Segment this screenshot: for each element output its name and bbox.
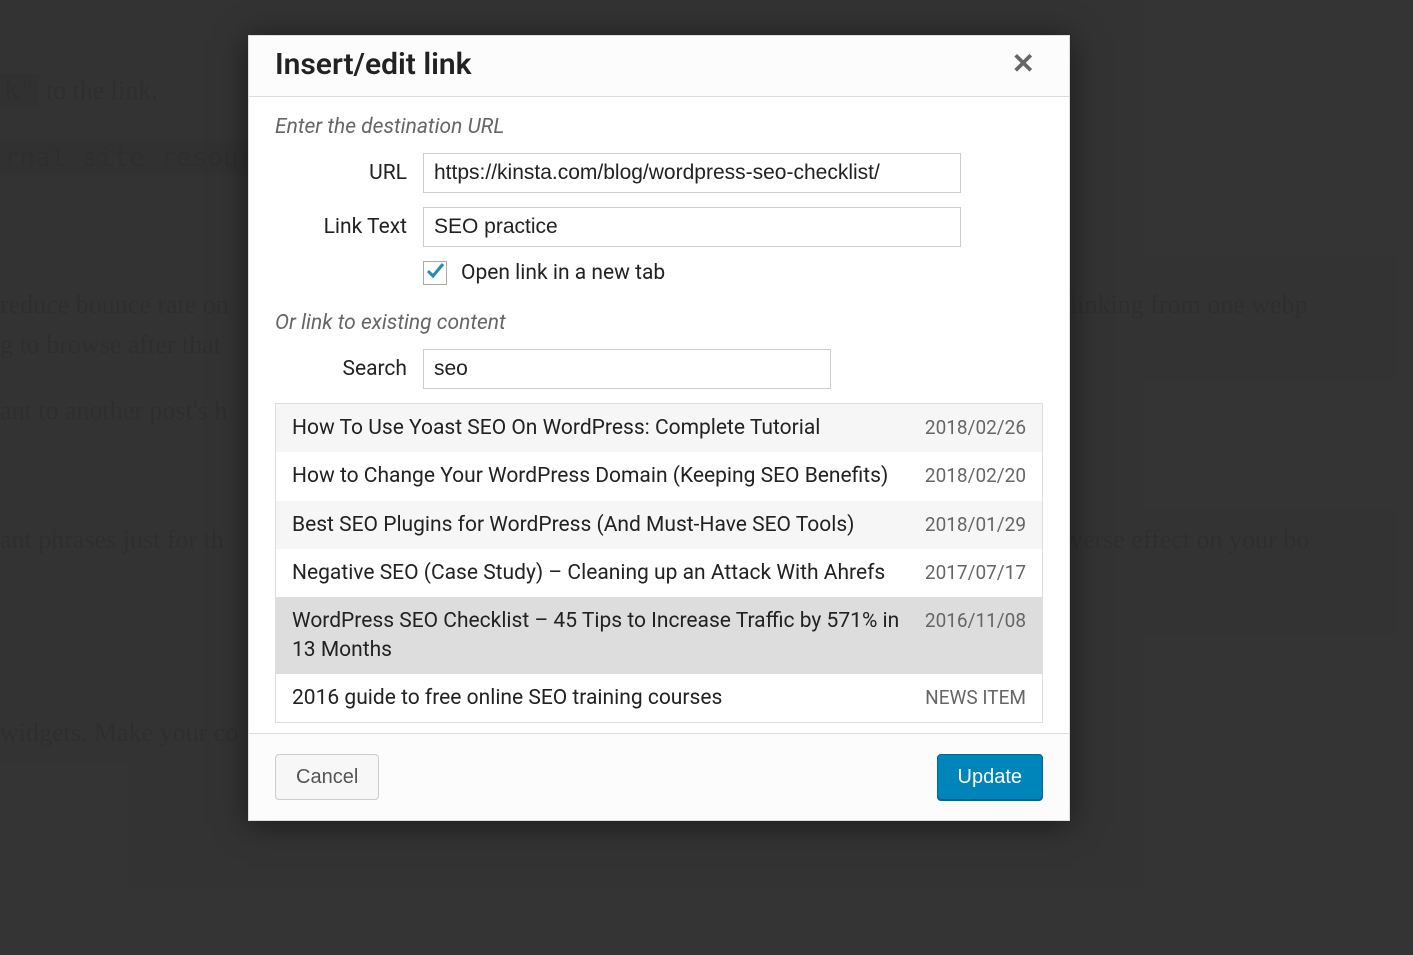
page-backdrop: k" to the link. rnal site resourc reduce… bbox=[0, 0, 1413, 955]
open-new-tab-label: Open link in a new tab bbox=[461, 261, 665, 285]
search-result-row[interactable]: Negative SEO (Case Study) – Cleaning up … bbox=[276, 549, 1042, 597]
search-result-row[interactable]: How To Use Yoast SEO On WordPress: Compl… bbox=[276, 404, 1042, 452]
url-row: URL bbox=[275, 153, 1043, 193]
result-title: WordPress SEO Checklist – 45 Tips to Inc… bbox=[292, 607, 911, 664]
modal-title: Insert/edit link bbox=[275, 47, 472, 82]
result-date: 2017/07/17 bbox=[925, 559, 1026, 584]
cancel-button[interactable]: Cancel bbox=[275, 754, 379, 800]
link-text-input[interactable] bbox=[423, 207, 961, 247]
modal-body: Enter the destination URL URL Link Text … bbox=[249, 97, 1069, 733]
close-button[interactable]: ✕ bbox=[1004, 46, 1043, 82]
result-date: 2018/01/29 bbox=[925, 511, 1026, 536]
result-date: NEWS ITEM bbox=[925, 684, 1026, 709]
existing-content-heading: Or link to existing content bbox=[275, 311, 1043, 335]
close-icon: ✕ bbox=[1012, 48, 1035, 79]
modal-footer: Cancel Update bbox=[249, 733, 1069, 820]
new-tab-row: Open link in a new tab bbox=[423, 261, 1043, 285]
open-new-tab-checkbox[interactable] bbox=[423, 261, 447, 285]
url-label: URL bbox=[275, 161, 423, 185]
destination-url-heading: Enter the destination URL bbox=[275, 115, 1043, 139]
link-text-row: Link Text bbox=[275, 207, 1043, 247]
search-input[interactable] bbox=[423, 349, 831, 389]
search-result-row[interactable]: WordPress SEO Checklist – 45 Tips to Inc… bbox=[276, 597, 1042, 674]
search-result-row[interactable]: 2016 guide to free online SEO training c… bbox=[276, 674, 1042, 722]
insert-link-modal: Insert/edit link ✕ Enter the destination… bbox=[248, 35, 1070, 821]
search-results-list[interactable]: How To Use Yoast SEO On WordPress: Compl… bbox=[275, 403, 1043, 723]
result-title: Best SEO Plugins for WordPress (And Must… bbox=[292, 511, 911, 539]
url-input[interactable] bbox=[423, 153, 961, 193]
checkmark-icon bbox=[425, 261, 445, 281]
search-row: Search bbox=[275, 349, 1043, 389]
result-title: Negative SEO (Case Study) – Cleaning up … bbox=[292, 559, 911, 587]
modal-header: Insert/edit link ✕ bbox=[249, 36, 1069, 97]
result-date: 2018/02/20 bbox=[925, 462, 1026, 487]
search-result-row[interactable]: Best SEO Plugins for WordPress (And Must… bbox=[276, 501, 1042, 549]
result-title: How To Use Yoast SEO On WordPress: Compl… bbox=[292, 414, 911, 442]
link-text-label: Link Text bbox=[275, 215, 423, 239]
result-date: 2016/11/08 bbox=[925, 607, 1026, 632]
result-title: How to Change Your WordPress Domain (Kee… bbox=[292, 462, 911, 490]
search-label: Search bbox=[275, 357, 423, 381]
update-button[interactable]: Update bbox=[937, 754, 1044, 800]
search-result-row[interactable]: How to Change Your WordPress Domain (Kee… bbox=[276, 452, 1042, 500]
result-date: 2018/02/26 bbox=[925, 414, 1026, 439]
result-title: 2016 guide to free online SEO training c… bbox=[292, 684, 911, 712]
